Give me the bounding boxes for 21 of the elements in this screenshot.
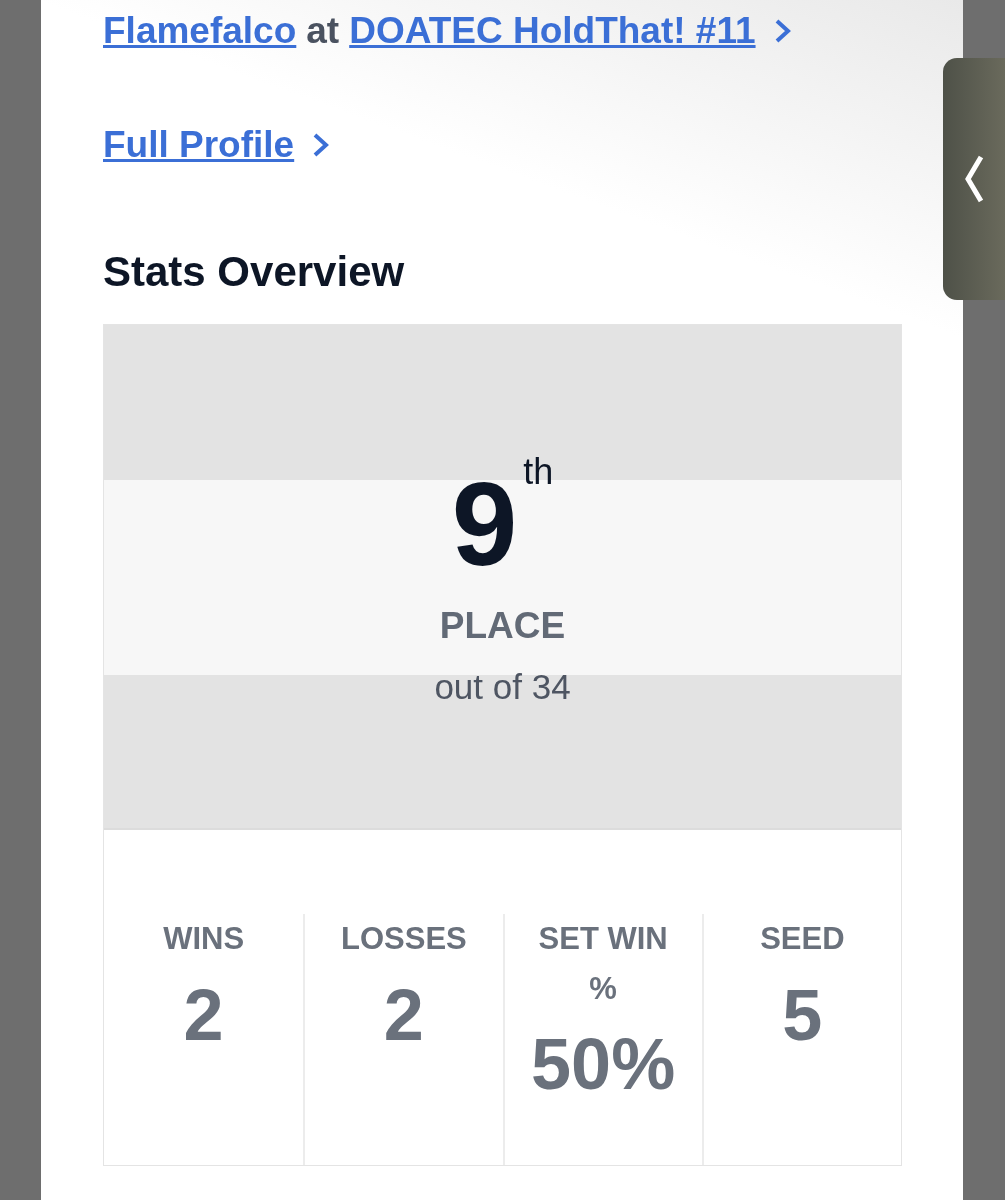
player-link[interactable]: Flamefalco bbox=[103, 10, 297, 52]
chevron-left-icon bbox=[963, 154, 985, 204]
chevron-right-icon bbox=[773, 18, 792, 44]
stat-value: 50% bbox=[531, 1023, 676, 1106]
section-title: Stats Overview bbox=[103, 248, 406, 296]
stat-value: 5 bbox=[782, 973, 823, 1056]
connector-text: at bbox=[306, 10, 340, 52]
stat-value: 2 bbox=[383, 973, 424, 1056]
placement-suffix: th bbox=[523, 451, 554, 493]
event-link[interactable]: DOATEC HoldThat! #11 bbox=[349, 10, 756, 52]
chevron-right-icon bbox=[312, 132, 331, 158]
placement-label: PLACE bbox=[439, 605, 566, 647]
participant-count: out of 34 bbox=[434, 667, 571, 707]
stat-label: LOSSES bbox=[341, 920, 467, 958]
stat-label: WINS bbox=[163, 920, 245, 958]
side-panel-handle[interactable] bbox=[943, 58, 1005, 300]
stat-value: 2 bbox=[183, 973, 224, 1056]
full-profile-link[interactable]: Full Profile bbox=[103, 124, 295, 166]
stat-label: SET WIN % bbox=[537, 920, 669, 1008]
stat-label: SEED bbox=[760, 920, 845, 958]
placement-number: 9 bbox=[451, 465, 518, 583]
